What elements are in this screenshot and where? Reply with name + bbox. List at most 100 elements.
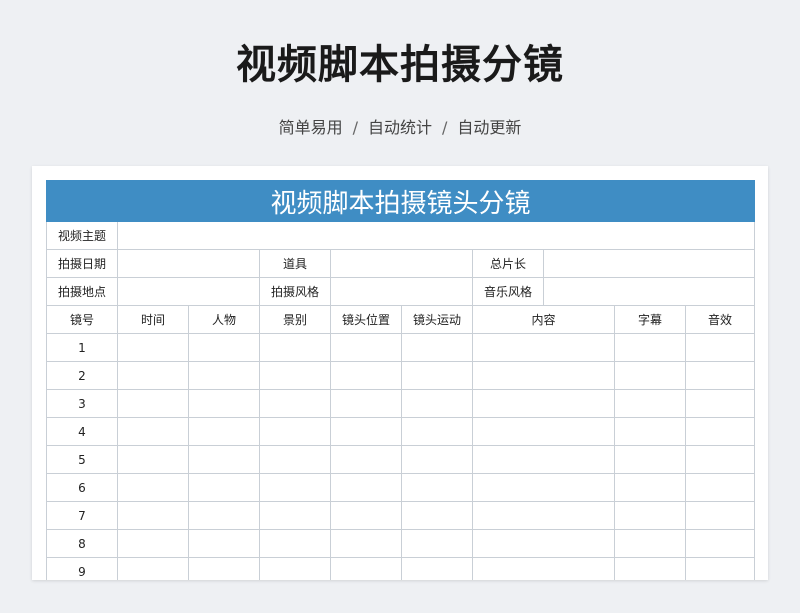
shot-number-cell: 4 (46, 417, 118, 446)
camera-position-cell[interactable] (330, 473, 402, 502)
shot-number-cell: 5 (46, 445, 118, 474)
content-cell[interactable] (472, 473, 615, 502)
column-header-camera-movement: 镜头运动 (401, 305, 473, 334)
shot-size-cell[interactable] (259, 473, 331, 502)
shot-size-cell[interactable] (259, 557, 331, 580)
camera-movement-cell[interactable] (401, 417, 473, 446)
characters-cell[interactable] (188, 557, 260, 580)
sound-effects-cell[interactable] (684, 389, 756, 418)
camera-position-cell[interactable] (330, 501, 402, 530)
content-cell[interactable] (472, 361, 615, 390)
style-value-cell[interactable] (330, 277, 473, 306)
sound-effects-cell[interactable] (684, 501, 756, 530)
subtitles-cell[interactable] (614, 333, 686, 362)
sound-effects-cell[interactable] (684, 333, 756, 362)
theme-value-cell[interactable] (116, 221, 756, 250)
subtitles-cell[interactable] (614, 557, 686, 580)
shot-size-cell[interactable] (259, 417, 331, 446)
time-cell[interactable] (117, 473, 189, 502)
date-value-cell[interactable] (117, 249, 260, 278)
camera-position-cell[interactable] (330, 445, 402, 474)
camera-movement-cell[interactable] (401, 529, 473, 558)
time-cell[interactable] (117, 529, 189, 558)
camera-position-cell[interactable] (330, 417, 402, 446)
characters-cell[interactable] (188, 333, 260, 362)
camera-position-cell[interactable] (330, 529, 402, 558)
camera-position-cell[interactable] (330, 333, 402, 362)
sound-effects-cell[interactable] (684, 473, 756, 502)
shot-size-cell[interactable] (259, 333, 331, 362)
location-value-cell[interactable] (117, 277, 260, 306)
shot-size-cell[interactable] (259, 361, 331, 390)
time-cell[interactable] (117, 557, 189, 580)
shot-number-cell: 7 (46, 501, 118, 530)
camera-position-cell[interactable] (330, 389, 402, 418)
camera-movement-cell[interactable] (401, 445, 473, 474)
shot-size-cell[interactable] (259, 529, 331, 558)
table-row: 6 (46, 473, 756, 502)
date-label: 拍摄日期 (46, 249, 118, 278)
content-cell[interactable] (472, 389, 615, 418)
subtitles-cell[interactable] (614, 389, 686, 418)
content-cell[interactable] (472, 557, 615, 580)
props-value-cell[interactable] (330, 249, 473, 278)
content-cell[interactable] (472, 445, 615, 474)
camera-movement-cell[interactable] (401, 473, 473, 502)
characters-cell[interactable] (188, 473, 260, 502)
camera-position-cell[interactable] (330, 557, 402, 580)
subtitles-cell[interactable] (614, 417, 686, 446)
duration-value-cell[interactable] (542, 249, 756, 278)
subtitles-cell[interactable] (614, 501, 686, 530)
characters-cell[interactable] (188, 501, 260, 530)
subtitles-cell[interactable] (614, 445, 686, 474)
sound-effects-cell[interactable] (684, 445, 756, 474)
camera-movement-cell[interactable] (401, 333, 473, 362)
sound-effects-cell[interactable] (684, 361, 756, 390)
theme-label: 视频主题 (46, 221, 118, 250)
sound-effects-cell[interactable] (684, 557, 756, 580)
characters-cell[interactable] (188, 529, 260, 558)
music-value-cell[interactable] (542, 277, 756, 306)
characters-cell[interactable] (188, 361, 260, 390)
time-cell[interactable] (117, 445, 189, 474)
time-cell[interactable] (117, 417, 189, 446)
content-cell[interactable] (472, 417, 615, 446)
table-row: 3 (46, 389, 756, 418)
characters-cell[interactable] (188, 417, 260, 446)
camera-movement-cell[interactable] (401, 557, 473, 580)
table-row: 4 (46, 417, 756, 446)
content-cell[interactable] (472, 333, 615, 362)
column-header-content: 内容 (472, 305, 615, 334)
subtitle-item-2: 自动统计 (367, 118, 432, 137)
subtitles-cell[interactable] (614, 529, 686, 558)
subtitle-separator: / (352, 118, 358, 137)
camera-movement-cell[interactable] (401, 361, 473, 390)
column-header-sound-effects: 音效 (684, 305, 756, 334)
time-cell[interactable] (117, 333, 189, 362)
subtitles-cell[interactable] (614, 473, 686, 502)
style-label: 拍摄风格 (259, 277, 331, 306)
column-header-subtitles: 字幕 (614, 305, 686, 334)
characters-cell[interactable] (188, 445, 260, 474)
content-cell[interactable] (472, 501, 615, 530)
subtitles-cell[interactable] (614, 361, 686, 390)
sound-effects-cell[interactable] (684, 529, 756, 558)
camera-movement-cell[interactable] (401, 501, 473, 530)
time-cell[interactable] (117, 501, 189, 530)
time-cell[interactable] (117, 361, 189, 390)
props-label: 道具 (259, 249, 331, 278)
shot-number-cell: 6 (46, 473, 118, 502)
camera-position-cell[interactable] (330, 361, 402, 390)
column-header-shot-no: 镜号 (46, 305, 118, 334)
shot-number-cell: 1 (46, 333, 118, 362)
shot-size-cell[interactable] (259, 445, 331, 474)
sound-effects-cell[interactable] (684, 417, 756, 446)
characters-cell[interactable] (188, 389, 260, 418)
shot-size-cell[interactable] (259, 501, 331, 530)
column-header-characters: 人物 (188, 305, 260, 334)
time-cell[interactable] (117, 389, 189, 418)
content-cell[interactable] (472, 529, 615, 558)
shot-size-cell[interactable] (259, 389, 331, 418)
page-title: 视频脚本拍摄分镜 (236, 42, 564, 88)
camera-movement-cell[interactable] (401, 389, 473, 418)
